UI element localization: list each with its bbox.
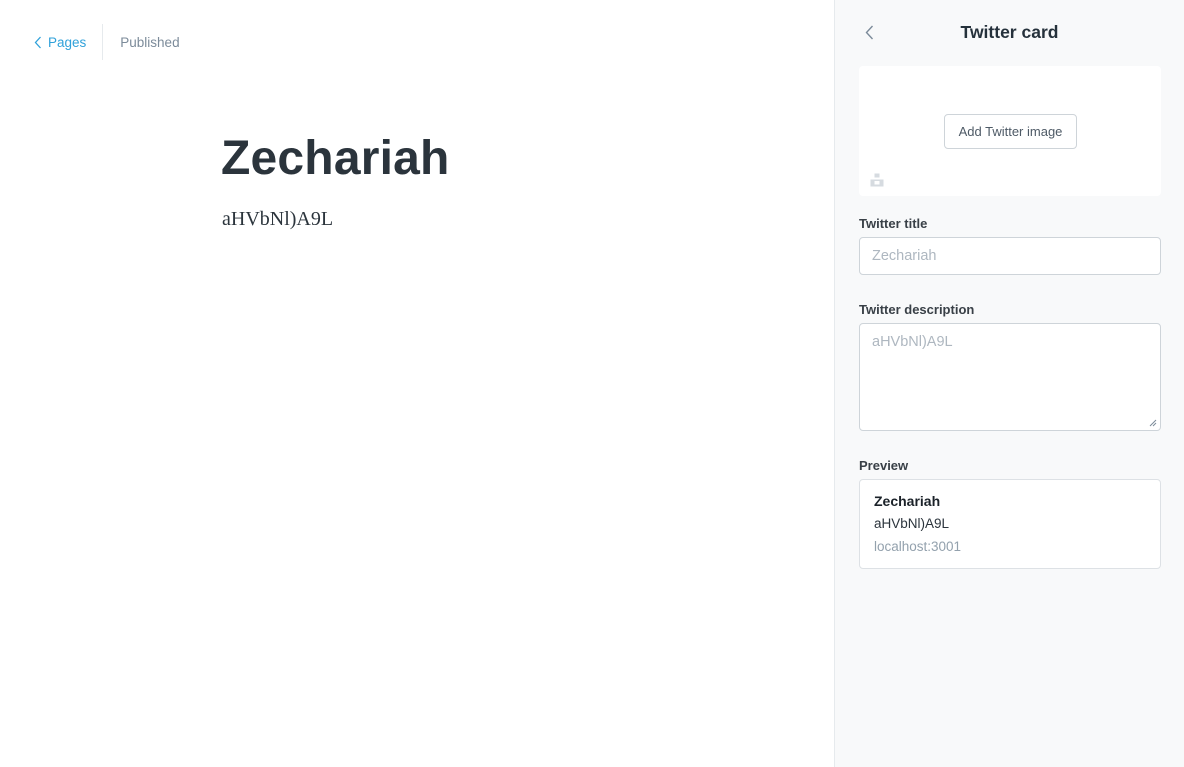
twitter-title-input[interactable]: Zechariah bbox=[859, 237, 1161, 275]
post-title[interactable]: Zechariah bbox=[221, 131, 450, 186]
twitter-image-uploader: Add Twitter image bbox=[859, 66, 1161, 196]
resize-grip-icon[interactable] bbox=[1148, 418, 1157, 427]
back-to-pages-link[interactable]: Pages bbox=[34, 24, 102, 60]
preview-description: aHVbNl)A9L bbox=[874, 516, 950, 531]
preview-label: Preview bbox=[859, 458, 909, 473]
post-status: Published bbox=[120, 34, 180, 50]
back-link-label: Pages bbox=[48, 34, 87, 50]
post-body[interactable]: aHVbNl)A9L bbox=[222, 208, 333, 231]
preview-title: Zechariah bbox=[874, 493, 941, 509]
preview-url: localhost:3001 bbox=[874, 539, 962, 554]
panel-header: Twitter card bbox=[835, 0, 1184, 66]
twitter-preview-card: Zechariah aHVbNl)A9L localhost:3001 bbox=[859, 479, 1161, 569]
add-twitter-image-button[interactable]: Add Twitter image bbox=[944, 114, 1077, 149]
twitter-title-placeholder: Zechariah bbox=[872, 248, 937, 264]
editor-canvas: Pages Published Zechariah aHVbNl)A9L bbox=[0, 0, 835, 767]
panel-title: Twitter card bbox=[960, 22, 1059, 42]
editor-topbar: Pages Published bbox=[0, 24, 180, 60]
chevron-left-icon bbox=[34, 36, 41, 48]
twitter-description-placeholder: aHVbNl)A9L bbox=[872, 334, 953, 350]
twitter-card-panel: Twitter card Add Twitter image Twitter t… bbox=[834, 0, 1184, 767]
twitter-description-textarea[interactable]: aHVbNl)A9L bbox=[859, 323, 1161, 431]
twitter-description-label: Twitter description bbox=[859, 302, 975, 317]
twitter-title-label: Twitter title bbox=[859, 216, 928, 231]
unsplash-icon[interactable] bbox=[870, 173, 884, 187]
topbar-divider bbox=[102, 24, 104, 60]
